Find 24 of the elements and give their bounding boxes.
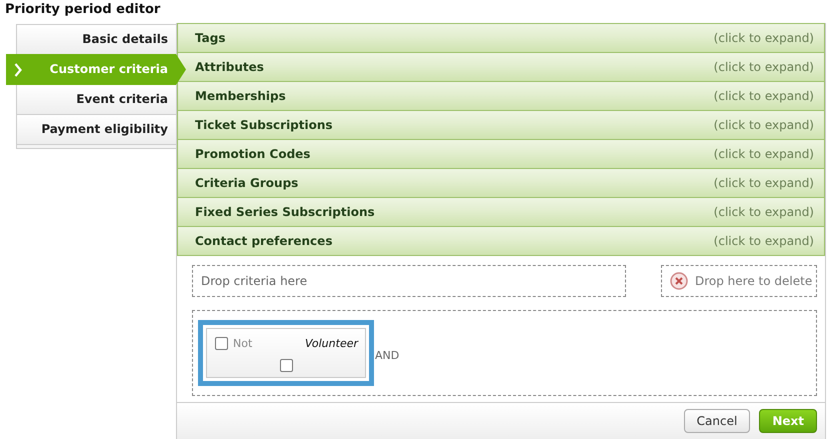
section-header[interactable]: Criteria Groups (click to expand)	[177, 169, 825, 198]
editor-title: Priority period editor	[4, 1, 162, 19]
sidebar-tab[interactable]: Payment eligibility	[17, 115, 176, 145]
value-checkbox[interactable]	[280, 359, 293, 372]
delete-label: Drop here to delete	[695, 274, 812, 288]
and-label: AND	[375, 348, 400, 362]
sidebar-tab[interactable]: Event criteria	[17, 85, 176, 115]
section-header[interactable]: Fixed Series Subscriptions (click to expand)	[177, 198, 825, 227]
chevron-icon	[14, 63, 22, 77]
cancel-button[interactable]: Cancel	[684, 409, 750, 433]
section-header[interactable]: Promotion Codes (click to expand)	[177, 140, 825, 169]
drop-zone[interactable]: Drop criteria here	[192, 265, 626, 297]
sidebar-tab[interactable]: Basic details	[17, 25, 176, 55]
criterion-card[interactable]: Not Volunteer	[206, 328, 366, 378]
section-header[interactable]: Tags (click to expand)	[177, 23, 825, 53]
section-header[interactable]: Memberships (click to expand)	[177, 82, 825, 111]
delete-zone[interactable]: Drop here to delete	[661, 265, 817, 297]
section-header[interactable]: Contact preferences (click to expand)	[177, 227, 825, 256]
not-checkbox[interactable]	[215, 337, 228, 350]
section-header[interactable]: Attributes (click to expand)	[177, 53, 825, 82]
not-label: Not	[233, 337, 252, 350]
delete-icon	[670, 272, 688, 290]
criterion-name: Volunteer	[305, 337, 358, 350]
section-header[interactable]: Ticket Subscriptions (click to expand)	[177, 111, 825, 140]
